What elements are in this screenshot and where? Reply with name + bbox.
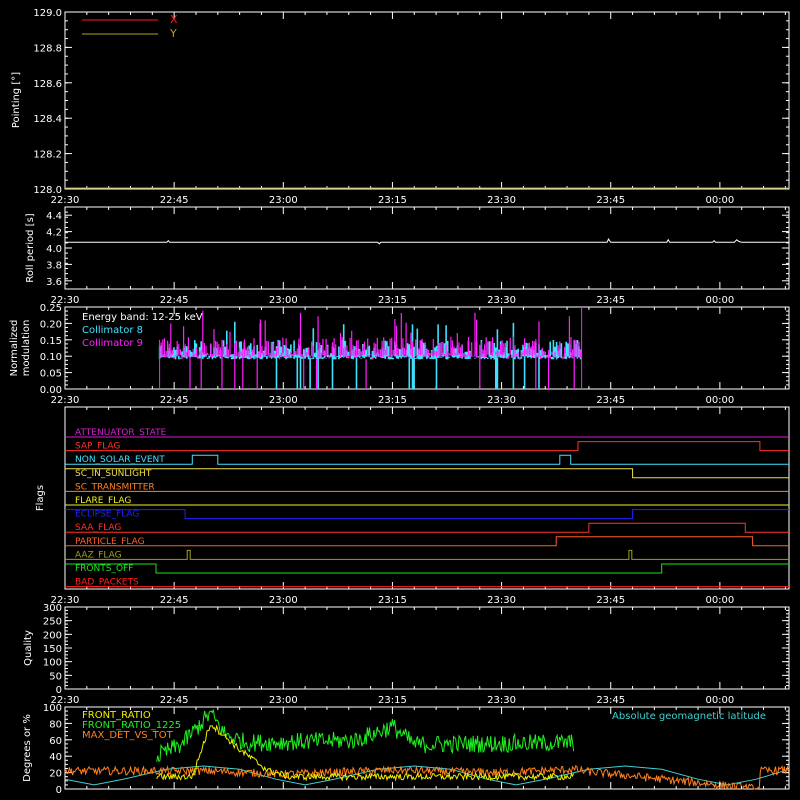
x-tick-label: 23:00 xyxy=(269,295,298,306)
flag-label: SAA_FLAG xyxy=(75,523,121,533)
y-tick-label: 3.8 xyxy=(46,260,62,271)
flag-label: SAP_FLAG xyxy=(75,442,120,452)
pointing-ylabel: Pointing [°] xyxy=(11,72,22,128)
y-tick-label: 128.2 xyxy=(33,150,62,161)
y-tick-label: 200 xyxy=(43,630,62,641)
y-tick-label: 100 xyxy=(43,703,62,714)
x-tick-label: 23:15 xyxy=(378,395,407,406)
y-tick-label: 300 xyxy=(43,603,62,614)
x-tick-label: 23:30 xyxy=(487,695,516,706)
x-tick-label: 22:30 xyxy=(51,195,80,206)
y-tick-label: 0.20 xyxy=(40,319,62,330)
x-tick-label: 00:00 xyxy=(705,195,734,206)
ratios-ylabel: Degrees or % xyxy=(22,714,33,782)
x-tick-label: 22:45 xyxy=(160,595,189,606)
energy-band-label: Energy band: 12-25 keV xyxy=(82,312,203,323)
y-tick-label: 0.05 xyxy=(40,369,62,380)
x-tick-label: 23:30 xyxy=(487,295,516,306)
y-tick-label: 20 xyxy=(49,769,62,780)
flag-label: NON_SOLAR_EVENT xyxy=(75,455,165,465)
x-tick-label: 23:30 xyxy=(487,195,516,206)
x-tick-label: 22:45 xyxy=(160,395,189,406)
x-tick-label: 23:15 xyxy=(378,195,407,206)
legend-collimator8: Collimator 8 xyxy=(82,325,143,336)
legend-x-label: X xyxy=(170,13,178,26)
x-tick-label: 23:00 xyxy=(269,595,298,606)
x-tick-label: 23:45 xyxy=(596,295,625,306)
flag-label: ECLIPSE_FLAG xyxy=(75,510,139,520)
y-tick-label: 3.6 xyxy=(46,277,62,288)
x-tick-label: 22:45 xyxy=(160,195,189,206)
flag-label: SC_IN_SUNLIGHT xyxy=(75,469,152,479)
y-tick-label: 0.15 xyxy=(40,336,62,347)
y-tick-label: 4.2 xyxy=(46,228,62,239)
y-tick-label: 40 xyxy=(49,752,62,763)
y-tick-label: 60 xyxy=(49,736,62,747)
y-tick-label: 150 xyxy=(43,644,62,655)
x-tick-label: 23:15 xyxy=(378,695,407,706)
legend-max-det: MAX_DET_VS_TOT xyxy=(82,730,174,741)
x-tick-label: 22:45 xyxy=(160,295,189,306)
x-tick-label: 23:00 xyxy=(269,695,298,706)
x-tick-label: 23:30 xyxy=(487,595,516,606)
y-tick-label: 129.0 xyxy=(33,8,62,19)
x-tick-label: 23:30 xyxy=(487,395,516,406)
flag-label: FRONTS_OFF xyxy=(75,564,133,574)
x-tick-label: 23:15 xyxy=(378,295,407,306)
flags-ylabel: Flags xyxy=(35,485,46,511)
flag-label: SC_TRANSMITTER xyxy=(75,482,155,492)
y-tick-label: 128.8 xyxy=(33,43,62,54)
y-tick-label: 128.6 xyxy=(33,79,62,90)
x-tick-label: 23:45 xyxy=(596,695,625,706)
legend-collimator9: Collimator 9 xyxy=(82,338,143,349)
y-tick-label: 50 xyxy=(49,671,62,682)
x-tick-label: 00:00 xyxy=(705,395,734,406)
orbit-summary-figure: Pointing [°] 128.0128.2128.4128.6128.812… xyxy=(0,0,800,800)
x-tick-label: 23:45 xyxy=(596,595,625,606)
y-tick-label: 4.4 xyxy=(46,211,62,222)
y-tick-label: 80 xyxy=(49,719,62,730)
x-tick-label: 00:00 xyxy=(705,595,734,606)
x-tick-label: 23:00 xyxy=(269,395,298,406)
flag-label: FLARE_FLAG xyxy=(75,496,131,506)
y-tick-label: 250 xyxy=(43,617,62,628)
flag-label: PARTICLE_FLAG xyxy=(75,537,145,547)
x-tick-label: 22:45 xyxy=(160,695,189,706)
x-tick-label: 23:45 xyxy=(596,195,625,206)
flag-label: ATTENUATOR_STATE xyxy=(75,428,167,438)
mod-ylabel-line1: Normalized xyxy=(9,320,20,377)
x-tick-label: 00:00 xyxy=(705,295,734,306)
x-tick-label: 00:00 xyxy=(705,695,734,706)
y-tick-label: 0.25 xyxy=(40,303,62,314)
quality-ylabel: Quality xyxy=(23,630,34,666)
y-tick-label: 0 xyxy=(56,785,62,796)
y-tick-label: 128.4 xyxy=(33,114,62,125)
y-tick-label: 100 xyxy=(43,658,62,669)
flag-label: BAD_PACKETS xyxy=(75,578,139,588)
x-tick-label: 22:30 xyxy=(51,395,80,406)
y-tick-label: 4.0 xyxy=(46,244,62,255)
x-tick-label: 23:45 xyxy=(596,395,625,406)
legend-geomag-latitude: Absolute geomagnetic latitude xyxy=(612,711,766,722)
roll-ylabel: Roll period [s] xyxy=(25,213,36,282)
y-tick-label: 0.10 xyxy=(40,352,62,363)
legend-y-label: Y xyxy=(169,27,177,40)
x-tick-label: 23:00 xyxy=(269,195,298,206)
mod-ylabel-line2: modulation xyxy=(21,320,32,377)
flag-label: AAZ_FLAG xyxy=(75,550,122,560)
x-tick-label: 23:15 xyxy=(378,595,407,606)
